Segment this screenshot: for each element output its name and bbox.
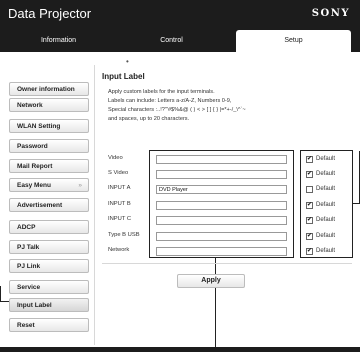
row-label-input-b: INPUT B (108, 201, 131, 207)
sidebar-item-label: Input Label (17, 302, 52, 309)
row-label-input-c: INPUT C (108, 216, 132, 222)
description-line: and spaces, up to 20 characters. (108, 116, 190, 122)
tab-control[interactable]: Control (108, 30, 235, 52)
row-label-s-video: S Video (108, 170, 129, 176)
row-label-input-a: INPUT A (108, 185, 131, 191)
description-line: Apply custom labels for the input termin… (108, 89, 215, 95)
description-line: Labels can include: Letters a-z/A-Z, Num… (108, 98, 232, 104)
sidebar-item-label: Service (17, 284, 41, 291)
divider (102, 263, 352, 264)
tab-bar: Information Control Setup (0, 30, 360, 52)
row-label-type-b-usb: Type B USB (108, 232, 140, 238)
input-b-default-checkbox[interactable]: ✔ (306, 202, 313, 209)
sidebar: Owner information Network WLAN Setting P… (0, 52, 92, 352)
sidebar-item-easy-menu[interactable]: Easy Menu » (9, 178, 89, 192)
s-video-label-input[interactable] (156, 170, 287, 179)
sidebar-item-label: Advertisement (17, 202, 63, 209)
sidebar-item-input-label[interactable]: Input Label (9, 298, 89, 312)
input-c-label-input[interactable] (156, 216, 287, 225)
tab-information[interactable]: Information (9, 30, 108, 52)
sidebar-item-owner-information[interactable]: Owner information (9, 82, 89, 96)
tab-setup[interactable]: Setup (236, 30, 351, 52)
description-line: Special characters :..!?'"#$%&@ ( ) < > … (108, 107, 246, 113)
sidebar-item-reset[interactable]: Reset (9, 318, 89, 332)
footer-bar (0, 347, 360, 352)
top-bar: Data Projector SONY (0, 0, 360, 30)
sidebar-item-pj-link[interactable]: PJ Link (9, 259, 89, 273)
default-label: Default (316, 171, 336, 177)
sidebar-item-label: Network (17, 102, 43, 109)
sidebar-item-label: Reset (17, 322, 35, 329)
callout-line (215, 258, 216, 352)
sidebar-item-label: ADCP (17, 224, 36, 231)
sidebar-item-wlan-setting[interactable]: WLAN Setting (9, 119, 89, 133)
sidebar-item-mail-report[interactable]: Mail Report (9, 159, 89, 173)
sidebar-item-adcp[interactable]: ADCP (9, 220, 89, 234)
sidebar-item-label: Owner information (17, 86, 75, 93)
sidebar-item-password[interactable]: Password (9, 139, 89, 153)
sidebar-item-label: WLAN Setting (17, 123, 61, 130)
row-label-video: Video (108, 155, 123, 161)
sidebar-item-network[interactable]: Network (9, 98, 89, 112)
default-label: Default (316, 217, 336, 223)
type-b-usb-label-input[interactable] (156, 232, 287, 241)
video-label-input[interactable] (156, 155, 287, 164)
type-b-usb-default-checkbox[interactable]: ✔ (306, 233, 313, 240)
sidebar-item-pj-talk[interactable]: PJ Talk (9, 240, 89, 254)
default-label: Default (316, 186, 336, 192)
row-label-network: Network (108, 247, 130, 253)
network-default-checkbox[interactable]: ✔ (306, 248, 313, 255)
description: Apply custom labels for the input termin… (108, 88, 348, 124)
input-a-label-input[interactable] (156, 185, 287, 194)
sidebar-item-label: Easy Menu (17, 182, 51, 189)
input-b-label-input[interactable] (156, 201, 287, 210)
sidebar-item-label: PJ Talk (17, 244, 40, 251)
sidebar-item-service[interactable]: Service (9, 280, 89, 294)
callout-line (0, 301, 9, 302)
network-label-input[interactable] (156, 247, 287, 256)
brand-logo: SONY (311, 8, 350, 19)
input-c-default-checkbox[interactable]: ✔ (306, 217, 313, 224)
input-a-default-checkbox[interactable] (306, 186, 313, 193)
apply-button[interactable]: Apply (177, 274, 245, 288)
app-title: Data Projector (8, 6, 92, 21)
callout-line (353, 203, 360, 204)
sidebar-item-label: Password (17, 143, 48, 150)
sidebar-item-advertisement[interactable]: Advertisement (9, 198, 89, 212)
sidebar-divider (94, 65, 95, 345)
tab-dot-marker: • (126, 57, 129, 66)
callout-line (0, 286, 1, 302)
chevron-right-icon: » (78, 182, 82, 189)
video-default-checkbox[interactable]: ✔ (306, 156, 313, 163)
sidebar-item-label: Mail Report (17, 163, 53, 170)
sidebar-item-label: PJ Link (17, 263, 41, 270)
default-label: Default (316, 202, 336, 208)
default-label: Default (316, 156, 336, 162)
s-video-default-checkbox[interactable]: ✔ (306, 171, 313, 178)
default-label: Default (316, 233, 336, 239)
page-title: Input Label (102, 72, 145, 81)
default-label: Default (316, 248, 336, 254)
